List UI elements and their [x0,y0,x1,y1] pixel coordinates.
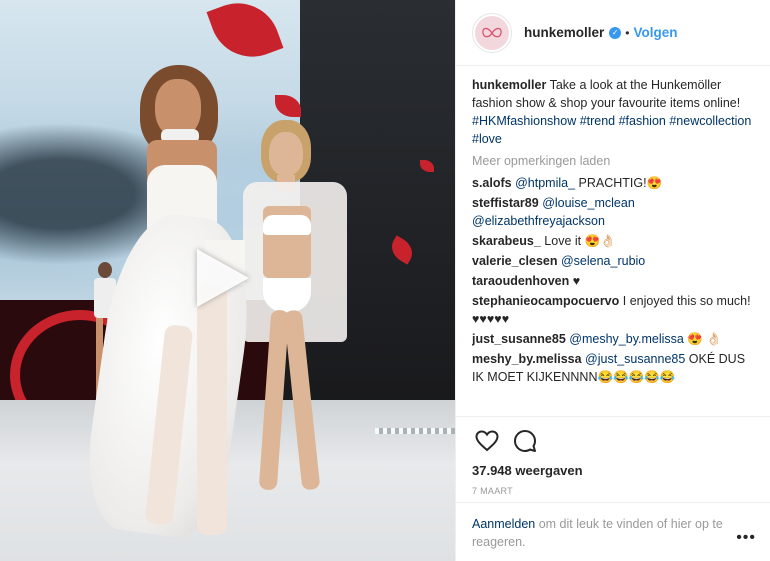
comment-item: steffistar89 @louise_mclean @elizabethfr… [472,194,756,230]
comment-username[interactable]: stephanieocampocuervo [472,294,619,308]
comment-item: taraoudenhoven ♥ [472,272,756,290]
comments-list[interactable]: hunkemoller Take a look at the Hunkemöll… [472,76,756,416]
comment-mention[interactable]: @htpmila_ [515,176,575,190]
load-more-comments-link[interactable]: Meer opmerkingen laden [472,152,756,170]
brand-bow-icon [475,15,509,50]
video-media[interactable] [0,0,455,561]
post-header: hunkemoller ✓ • Volgen [456,0,770,66]
avatar[interactable] [472,12,512,53]
instagram-post-view: hunkemoller ✓ • Volgen hunkemoller Take … [0,0,770,561]
follow-button[interactable]: Volgen [633,25,677,40]
post-side-panel: hunkemoller ✓ • Volgen hunkemoller Take … [455,0,770,561]
comment-item: stephanieocampocuervo I enjoyed this so … [472,292,756,328]
separator-dot: • [625,25,630,40]
verified-badge-icon: ✓ [609,26,622,39]
post-username[interactable]: hunkemoller [524,25,604,40]
view-count[interactable]: 37.948 weergaven [472,463,754,478]
play-icon[interactable] [197,249,249,307]
post-caption: hunkemoller Take a look at the Hunkemöll… [472,76,756,148]
comment-text: ♥ [572,274,581,288]
comment-icon[interactable] [510,426,540,456]
login-prompt: Aanmelden om dit leuk te vinden of hier … [456,502,770,561]
comment-username[interactable]: skarabeus_ [472,234,541,248]
stage-lights [375,428,455,434]
comment-username[interactable]: meshy_by.melissa [472,352,582,366]
comment-item: skarabeus_ Love it 😍👌🏻 [472,232,756,250]
comment-username[interactable]: taraoudenhoven [472,274,569,288]
comment-username[interactable]: just_susanne85 [472,332,566,346]
comment-username[interactable]: steffistar89 [472,196,539,210]
runway-model-main [78,65,265,555]
caption-hashtags[interactable]: #HKMfashionshow #trend #fashion #newcoll… [472,114,751,146]
post-actions: 37.948 weergaven 7 MAART [456,416,770,496]
comment-text: 😍 👌🏻 [683,332,722,346]
post-date[interactable]: 7 MAART [472,486,754,496]
comment-text: Love it 😍👌🏻 [544,234,616,248]
comment-mention[interactable]: @selena_rubio [561,254,645,268]
comment-item: s.alofs @htpmila_ PRACHTIG!😍 [472,174,756,192]
comment-item: valerie_clesen @selena_rubio [472,252,756,270]
caption-username[interactable]: hunkemoller [472,78,546,92]
comment-username[interactable]: s.alofs [472,176,512,190]
action-icons-row [472,425,754,457]
comment-item: just_susanne85 @meshy_by.melissa 😍 👌🏻 [472,330,756,348]
comment-username[interactable]: valerie_clesen [472,254,558,268]
heart-icon[interactable] [472,426,502,456]
comment-text: PRACHTIG!😍 [575,176,663,190]
comment-mention[interactable]: @just_susanne85 [585,352,685,366]
more-options-icon[interactable]: ••• [736,529,756,547]
login-link[interactable]: Aanmelden [472,517,535,531]
comment-mention[interactable]: @meshy_by.melissa [569,332,684,346]
comment-item: meshy_by.melissa @just_susanne85 OKÉ DUS… [472,350,756,386]
